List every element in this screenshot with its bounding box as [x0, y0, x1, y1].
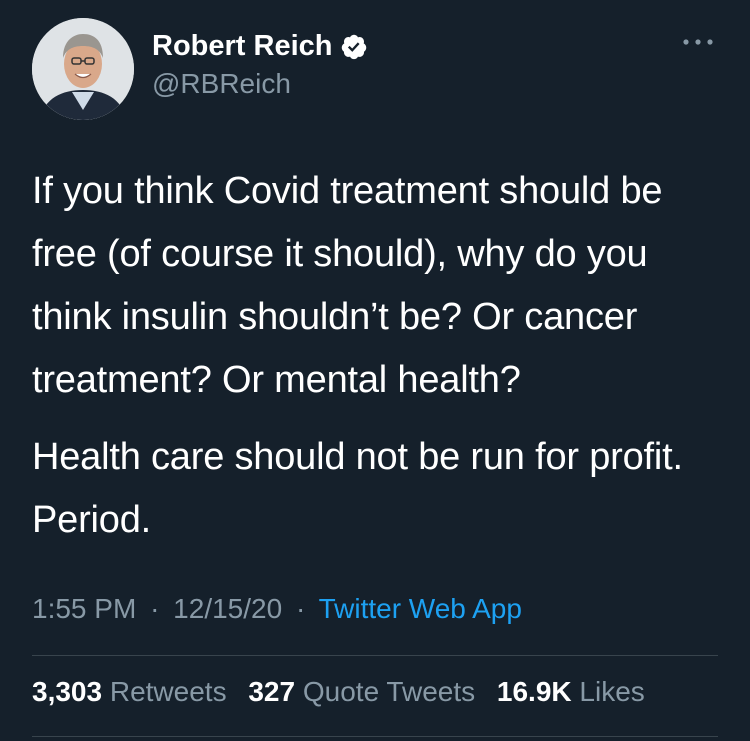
author-handle[interactable]: @RBReich	[152, 68, 291, 100]
quote-tweets-count: 327	[248, 676, 296, 707]
tweet-date[interactable]: 12/15/20	[173, 593, 282, 624]
display-name[interactable]: Robert Reich	[152, 30, 332, 63]
retweets-count: 3,303	[32, 676, 103, 707]
divider	[32, 736, 718, 737]
tweet-stats: 3,303 Retweets 327 Quote Tweets 16.9K Li…	[32, 676, 659, 708]
verified-badge-icon	[340, 33, 368, 61]
avatar[interactable]	[32, 18, 134, 120]
meta-separator: ·	[295, 593, 306, 624]
avatar-image	[32, 18, 134, 120]
tweet-paragraph: Health care should not be run for profit…	[32, 436, 683, 541]
tweet-paragraph: If you think Covid treatment should be f…	[32, 170, 663, 401]
author-name-row[interactable]: Robert Reich	[152, 30, 368, 63]
retweets-stat[interactable]: 3,303 Retweets	[32, 676, 234, 707]
likes-stat[interactable]: 16.9K Likes	[497, 676, 645, 707]
tweet-source-link[interactable]: Twitter Web App	[319, 593, 522, 624]
tweet-text: If you think Covid treatment should be f…	[32, 160, 732, 552]
meta-separator: ·	[150, 593, 160, 624]
retweets-label: Retweets	[109, 676, 227, 707]
likes-label: Likes	[579, 676, 645, 707]
more-options-icon[interactable]	[680, 34, 716, 50]
divider	[32, 655, 718, 656]
quote-tweets-stat[interactable]: 327 Quote Tweets	[248, 676, 483, 707]
quote-tweets-label: Quote Tweets	[302, 676, 476, 707]
tweet-time[interactable]: 1:55 PM	[32, 593, 136, 624]
tweet-meta: 1:55 PM · 12/15/20 · Twitter Web App	[32, 593, 522, 625]
likes-count: 16.9K	[496, 676, 572, 707]
